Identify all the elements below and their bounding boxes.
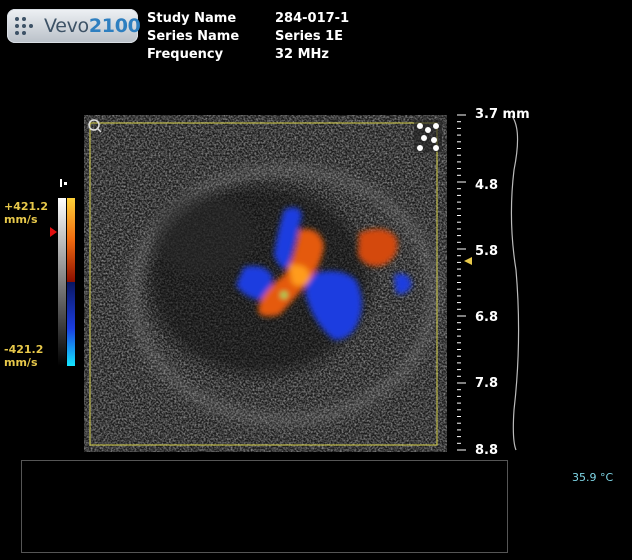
logo-dots-icon: [15, 17, 33, 35]
depth-label-2: 5.8: [475, 244, 499, 259]
velocity-max-value: +421.2: [4, 200, 49, 213]
ultrasound-image[interactable]: [84, 115, 447, 452]
focus-marker-icon: [464, 257, 472, 265]
velocity-max-unit: mm/s: [4, 213, 38, 226]
vevo-logo: Vevo2100: [7, 9, 141, 43]
depth-label-3: 6.8: [475, 310, 499, 325]
depth-label-5: 8.8: [475, 443, 499, 458]
series-name-value: Series 1E: [275, 29, 344, 44]
depth-label-0: 3.7 mm: [475, 107, 530, 122]
logo-text: Vevo2100: [44, 15, 141, 37]
velocity-min-value: -421.2: [4, 343, 44, 356]
depth-label-4: 7.8: [475, 376, 499, 391]
study-name-value: 284-017-1: [275, 11, 350, 26]
baseline-marker-icon: [50, 227, 57, 237]
frequency-value: 32 MHz: [275, 47, 329, 62]
study-info: Study Name 284-017-1 Series Name Series 1E…: [147, 10, 349, 64]
depth-label-1: 4.8: [475, 178, 499, 193]
velocity-colorbar: [50, 179, 75, 366]
info-panel: [21, 460, 508, 553]
temperature-readout: 35.9 °C: [572, 471, 614, 484]
velocity-scale-icon: [60, 179, 67, 187]
logo-brand: Vevo: [44, 15, 89, 37]
velocity-min-label: -421.2 mm/s: [4, 343, 43, 369]
series-name-label: Series Name: [147, 29, 240, 44]
velocity-min-unit: mm/s: [4, 356, 38, 369]
orientation-icon: [414, 120, 442, 152]
frequency-label: Frequency: [147, 47, 224, 62]
tgc-curve: [510, 115, 520, 451]
depth-ruler: [457, 114, 520, 451]
logo-model: 2100: [88, 15, 141, 37]
velocity-max-label: +421.2 mm/s: [4, 200, 48, 226]
study-name-label: Study Name: [147, 11, 237, 26]
